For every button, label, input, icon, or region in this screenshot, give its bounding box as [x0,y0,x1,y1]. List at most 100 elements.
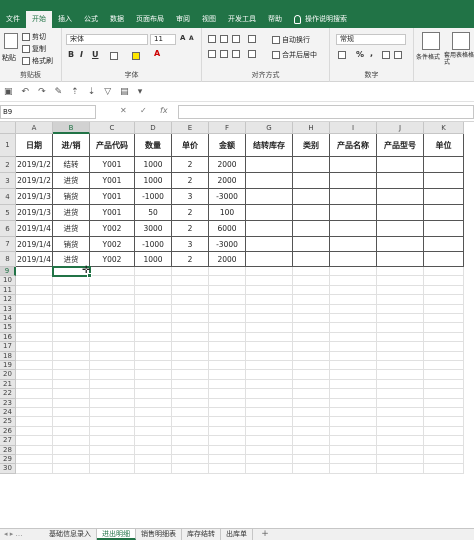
cell[interactable] [53,464,90,474]
data-cell[interactable] [377,237,424,252]
cell[interactable] [293,417,330,427]
row-header[interactable]: 22 [0,389,16,399]
align-right-icon[interactable] [232,50,240,58]
row-header[interactable]: 23 [0,398,16,408]
data-cell[interactable] [424,173,464,189]
cell[interactable] [424,295,464,305]
cell[interactable] [330,314,377,324]
cell[interactable] [293,370,330,380]
cell[interactable] [330,276,377,286]
align-center-icon[interactable] [220,50,228,58]
cell[interactable] [172,361,209,371]
row-header[interactable]: 1 [0,134,16,157]
data-cell[interactable] [330,221,377,237]
data-cell[interactable] [424,189,464,205]
cell[interactable] [135,276,172,286]
column-header[interactable]: G [246,122,293,134]
cell[interactable] [16,408,53,418]
cell[interactable] [330,455,377,465]
sort-descending-icon[interactable]: ⇣ [88,87,96,97]
cell[interactable] [330,267,377,277]
cell[interactable] [90,436,135,446]
cell[interactable] [246,351,293,361]
sort-ascending-icon[interactable]: ⇡ [71,87,79,97]
header-cell[interactable]: 日期 [16,134,53,157]
data-cell[interactable]: Y001 [90,157,135,173]
shrink-font-icon[interactable]: A [189,35,194,42]
cell[interactable] [53,285,90,296]
data-cell[interactable]: 2019/1/2 [16,157,53,173]
cell[interactable] [209,370,246,380]
data-cell[interactable]: 2 [172,173,209,189]
cell[interactable] [293,285,330,296]
cell[interactable] [424,285,464,296]
cell[interactable] [16,314,53,324]
cell[interactable] [90,417,135,427]
cell[interactable] [209,398,246,408]
data-cell[interactable]: 3 [172,189,209,205]
column-header[interactable]: D [135,122,172,134]
cell[interactable] [293,436,330,446]
cell[interactable] [172,464,209,474]
cell[interactable] [172,379,209,390]
cell[interactable] [424,314,464,324]
row-header[interactable]: 19 [0,361,16,371]
cell[interactable] [377,389,424,399]
row-header[interactable]: 29 [0,455,16,465]
cell[interactable] [53,295,90,305]
cell[interactable] [209,295,246,305]
cell[interactable] [90,464,135,474]
cell[interactable] [246,398,293,408]
cell[interactable] [209,267,246,277]
number-format-select[interactable]: 常规 [336,34,406,45]
data-cell[interactable] [377,157,424,173]
cell[interactable] [330,295,377,305]
add-sheet-button[interactable]: + [259,529,271,540]
data-cell[interactable] [330,252,377,267]
cell[interactable] [53,342,90,352]
decrease-decimal-icon[interactable] [394,51,402,59]
cell[interactable] [53,361,90,371]
worksheet-grid[interactable]: A B C D E F G H I J K 1 日期 进/销 产品代码 数量 单价 金额 结转库存 类别 产品名称 产品型… [0,122,474,528]
row-header[interactable]: 14 [0,314,16,324]
cell[interactable] [90,295,135,305]
tell-me-search[interactable]: 操作说明搜索 [288,0,347,28]
data-cell[interactable] [330,205,377,221]
cell[interactable] [209,342,246,352]
menu-tab[interactable]: 开始 [26,11,52,28]
cell[interactable] [293,379,330,390]
cell[interactable] [377,295,424,305]
cell[interactable] [330,351,377,361]
row-header[interactable]: 2 [0,157,16,173]
data-cell[interactable]: 销货 [53,189,90,205]
cell[interactable] [293,342,330,352]
data-cell[interactable]: 100 [209,205,246,221]
data-cell[interactable] [424,157,464,173]
data-cell[interactable] [293,173,330,189]
data-cell[interactable]: 2 [172,157,209,173]
cell[interactable] [53,332,90,343]
column-header[interactable]: F [209,122,246,134]
data-cell[interactable]: 2 [172,252,209,267]
name-box[interactable]: B9 [0,105,96,119]
paste-icon[interactable] [4,33,18,49]
cell[interactable] [16,370,53,380]
cell[interactable] [135,295,172,305]
grow-font-icon[interactable]: A [180,34,185,42]
cell[interactable] [377,351,424,361]
cell[interactable] [377,455,424,465]
data-cell[interactable] [293,189,330,205]
cell[interactable] [135,351,172,361]
cancel-icon[interactable]: ✕ [120,106,127,115]
cell[interactable] [246,389,293,399]
cell[interactable] [293,304,330,314]
cell[interactable] [330,398,377,408]
cell[interactable] [246,408,293,418]
cell[interactable] [377,323,424,333]
row-header[interactable]: 26 [0,426,16,437]
cell[interactable] [16,351,53,361]
percent-button[interactable]: % [356,50,364,59]
cell[interactable] [246,332,293,343]
cell[interactable] [330,304,377,314]
cell[interactable] [424,436,464,446]
